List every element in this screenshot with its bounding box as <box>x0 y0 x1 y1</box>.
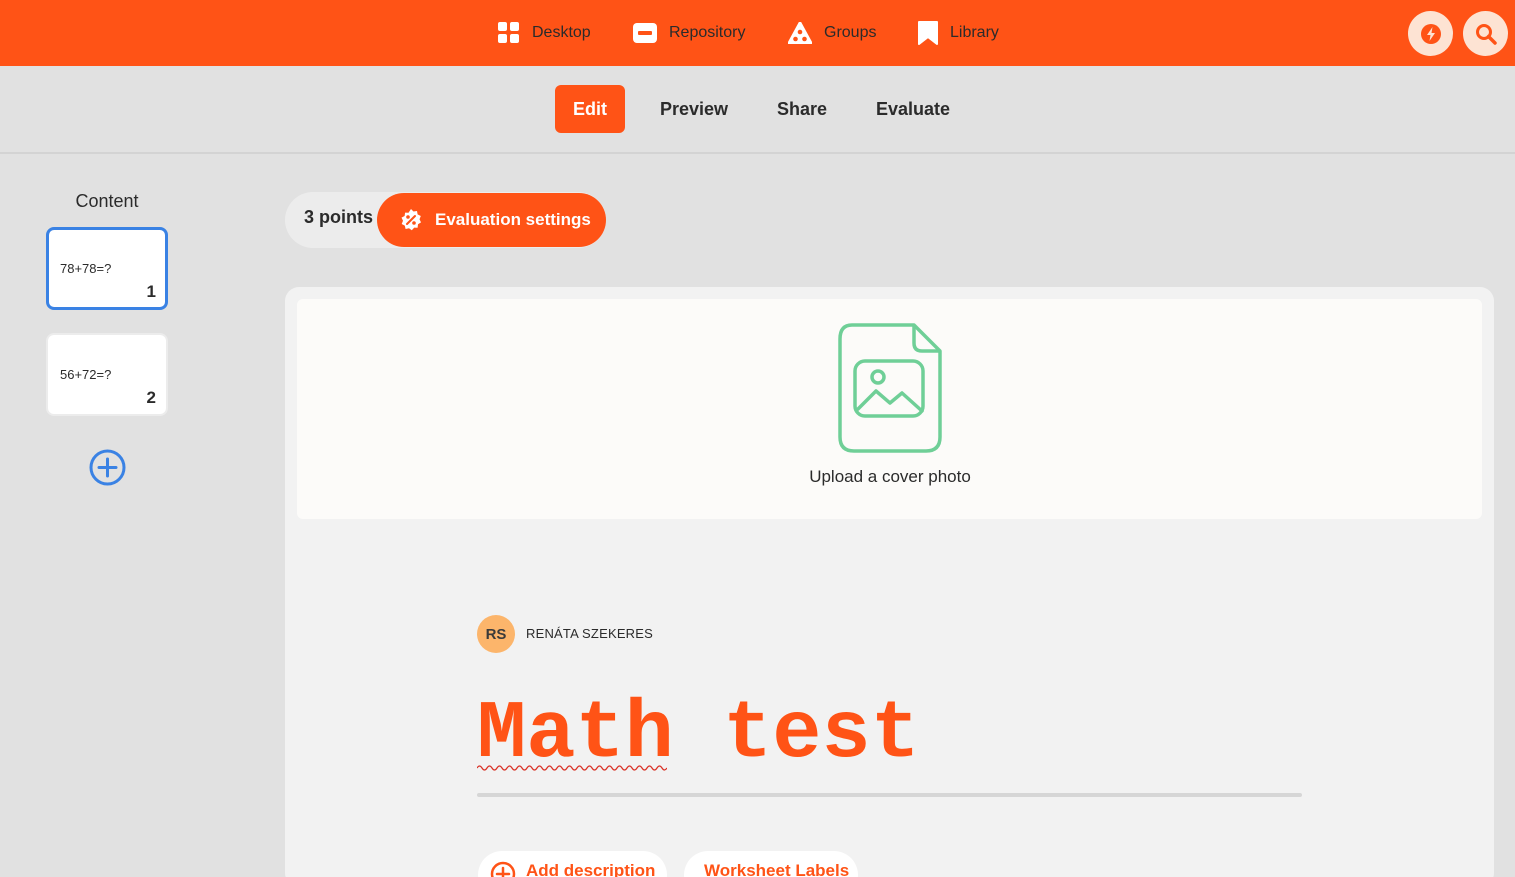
worksheet-title-input[interactable]: Math test <box>477 690 1302 780</box>
card-question: 78+78=? <box>60 261 112 276</box>
spellcheck-underline <box>477 765 667 771</box>
nav-desktop[interactable]: Desktop <box>498 19 591 47</box>
content-card-1[interactable]: 78+78=? 1 <box>46 227 168 310</box>
points-value: 3 points <box>304 207 374 227</box>
content-heading: Content <box>75 191 139 211</box>
bookmark-icon <box>918 21 938 45</box>
card-number: 1 <box>146 282 156 301</box>
editor-tab-bar: Edit Preview Share Evaluate <box>0 66 1515 154</box>
bolt-button[interactable] <box>1408 11 1453 56</box>
nav-desktop-label: Desktop <box>532 24 591 41</box>
tab-edit[interactable]: Edit <box>555 85 625 133</box>
nav-library-label: Library <box>950 24 999 41</box>
add-description-button[interactable]: Add description <box>478 851 667 877</box>
card-number: 2 <box>146 388 156 407</box>
evaluation-settings-label: Evaluation settings <box>435 210 591 229</box>
author-name: RENÁTA SZEKERES <box>526 626 654 641</box>
nav-repository[interactable]: Repository <box>633 19 745 47</box>
groups-icon <box>788 22 812 44</box>
nav-repository-label: Repository <box>669 24 746 41</box>
percent-badge-icon <box>401 209 421 231</box>
bolt-icon <box>1420 23 1441 44</box>
nav-groups-label: Groups <box>824 24 877 41</box>
image-file-icon <box>838 323 942 453</box>
search-button[interactable] <box>1463 11 1508 56</box>
add-description-label: Add description <box>526 861 656 877</box>
worksheet-labels-label: Worksheet Labels <box>704 861 850 877</box>
tab-preview[interactable]: Preview <box>650 85 738 133</box>
title-underline <box>477 793 1302 797</box>
nav-library[interactable]: Library <box>918 19 999 47</box>
nav-groups[interactable]: Groups <box>788 19 876 47</box>
tab-share[interactable]: Share <box>765 85 839 133</box>
add-content-button[interactable] <box>89 449 126 486</box>
plus-circle-icon <box>490 861 516 877</box>
content-card-2[interactable]: 56+72=? 2 <box>46 333 168 416</box>
repository-icon <box>633 23 657 43</box>
search-icon <box>1475 23 1497 45</box>
tab-evaluate[interactable]: Evaluate <box>868 85 958 133</box>
worksheet-labels-button[interactable]: Worksheet Labels <box>684 851 858 877</box>
evaluation-settings-button[interactable]: Evaluation settings <box>377 193 606 247</box>
cover-upload-label: Upload a cover photo <box>809 467 971 486</box>
plus-circle-icon <box>89 449 126 486</box>
card-question: 56+72=? <box>60 367 112 382</box>
avatar: RS <box>477 615 515 653</box>
grid-icon <box>498 22 519 43</box>
top-navigation-bar: Desktop Repository Groups Library <box>0 0 1515 66</box>
